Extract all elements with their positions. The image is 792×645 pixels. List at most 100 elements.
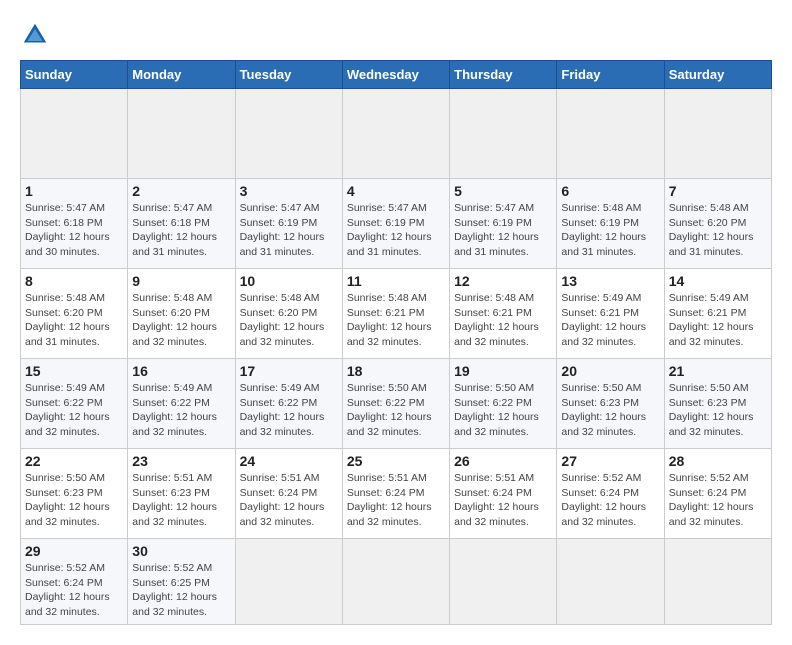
- day-info: Sunrise: 5:48 AMSunset: 6:20 PMDaylight:…: [240, 291, 338, 350]
- day-info: Sunrise: 5:51 AMSunset: 6:24 PMDaylight:…: [240, 471, 338, 530]
- day-info: Sunrise: 5:52 AMSunset: 6:24 PMDaylight:…: [25, 561, 123, 620]
- calendar-table: SundayMondayTuesdayWednesdayThursdayFrid…: [20, 60, 772, 625]
- day-info: Sunrise: 5:47 AMSunset: 6:18 PMDaylight:…: [25, 201, 123, 260]
- column-header-saturday: Saturday: [664, 61, 771, 89]
- calendar-week-row: 22 Sunrise: 5:50 AMSunset: 6:23 PMDayligh…: [21, 449, 772, 539]
- day-number: 12: [454, 273, 552, 289]
- day-number: 13: [561, 273, 659, 289]
- calendar-cell: 23 Sunrise: 5:51 AMSunset: 6:23 PMDayligh…: [128, 449, 235, 539]
- calendar-cell: [21, 89, 128, 179]
- calendar-cell: 14Sunrise: 5:49 AMSunset: 6:21 PMDayligh…: [664, 269, 771, 359]
- calendar-cell: 13 Sunrise: 5:49 AMSunset: 6:21 PMDayligh…: [557, 269, 664, 359]
- day-info: Sunrise: 5:47 AMSunset: 6:19 PMDaylight:…: [347, 201, 445, 260]
- day-info: Sunrise: 5:49 AMSunset: 6:21 PMDaylight:…: [561, 291, 659, 350]
- day-number: 30: [132, 543, 230, 559]
- day-info: Sunrise: 5:47 AMSunset: 6:18 PMDaylight:…: [132, 201, 230, 260]
- calendar-cell: 24 Sunrise: 5:51 AMSunset: 6:24 PMDayligh…: [235, 449, 342, 539]
- day-info: Sunrise: 5:52 AMSunset: 6:24 PMDaylight:…: [561, 471, 659, 530]
- column-header-wednesday: Wednesday: [342, 61, 449, 89]
- calendar-cell: [235, 539, 342, 625]
- day-number: 19: [454, 363, 552, 379]
- day-number: 16: [132, 363, 230, 379]
- calendar-cell: 21 Sunrise: 5:50 AMSunset: 6:23 PMDayligh…: [664, 359, 771, 449]
- day-info: Sunrise: 5:50 AMSunset: 6:23 PMDaylight:…: [669, 381, 767, 440]
- day-info: Sunrise: 5:49 AMSunset: 6:22 PMDaylight:…: [25, 381, 123, 440]
- calendar-cell: [664, 539, 771, 625]
- day-info: Sunrise: 5:51 AMSunset: 6:24 PMDaylight:…: [347, 471, 445, 530]
- day-number: 28: [669, 453, 767, 469]
- calendar-cell: 20 Sunrise: 5:50 AMSunset: 6:23 PMDayligh…: [557, 359, 664, 449]
- day-number: 20: [561, 363, 659, 379]
- calendar-cell: 8 Sunrise: 5:48 AMSunset: 6:20 PMDaylight…: [21, 269, 128, 359]
- calendar-cell: 3 Sunrise: 5:47 AMSunset: 6:19 PMDaylight…: [235, 179, 342, 269]
- logo: [20, 20, 52, 50]
- calendar-cell: 1 Sunrise: 5:47 AMSunset: 6:18 PMDaylight…: [21, 179, 128, 269]
- calendar-cell: [557, 539, 664, 625]
- calendar-cell: [342, 539, 449, 625]
- column-header-thursday: Thursday: [450, 61, 557, 89]
- day-info: Sunrise: 5:51 AMSunset: 6:23 PMDaylight:…: [132, 471, 230, 530]
- day-info: Sunrise: 5:51 AMSunset: 6:24 PMDaylight:…: [454, 471, 552, 530]
- calendar-cell: 7Sunrise: 5:48 AMSunset: 6:20 PMDaylight…: [664, 179, 771, 269]
- day-number: 18: [347, 363, 445, 379]
- day-number: 1: [25, 183, 123, 199]
- column-header-sunday: Sunday: [21, 61, 128, 89]
- day-number: 10: [240, 273, 338, 289]
- calendar-cell: 5 Sunrise: 5:47 AMSunset: 6:19 PMDaylight…: [450, 179, 557, 269]
- calendar-cell: 19Sunrise: 5:50 AMSunset: 6:22 PMDayligh…: [450, 359, 557, 449]
- day-info: Sunrise: 5:48 AMSunset: 6:21 PMDaylight:…: [454, 291, 552, 350]
- calendar-week-row: 15Sunrise: 5:49 AMSunset: 6:22 PMDayligh…: [21, 359, 772, 449]
- day-number: 22: [25, 453, 123, 469]
- day-number: 5: [454, 183, 552, 199]
- day-number: 2: [132, 183, 230, 199]
- calendar-cell: 12 Sunrise: 5:48 AMSunset: 6:21 PMDayligh…: [450, 269, 557, 359]
- calendar-cell: 11Sunrise: 5:48 AMSunset: 6:21 PMDayligh…: [342, 269, 449, 359]
- day-info: Sunrise: 5:48 AMSunset: 6:20 PMDaylight:…: [25, 291, 123, 350]
- column-header-friday: Friday: [557, 61, 664, 89]
- day-number: 14: [669, 273, 767, 289]
- day-number: 8: [25, 273, 123, 289]
- calendar-cell: 26Sunrise: 5:51 AMSunset: 6:24 PMDayligh…: [450, 449, 557, 539]
- calendar-cell: [557, 89, 664, 179]
- day-info: Sunrise: 5:47 AMSunset: 6:19 PMDaylight:…: [454, 201, 552, 260]
- calendar-cell: [450, 539, 557, 625]
- day-number: 11: [347, 273, 445, 289]
- calendar-cell: 27Sunrise: 5:52 AMSunset: 6:24 PMDayligh…: [557, 449, 664, 539]
- calendar-cell: 30 Sunrise: 5:52 AMSunset: 6:25 PMDayligh…: [128, 539, 235, 625]
- header: [20, 20, 772, 50]
- day-number: 24: [240, 453, 338, 469]
- calendar-cell: 25Sunrise: 5:51 AMSunset: 6:24 PMDayligh…: [342, 449, 449, 539]
- day-number: 21: [669, 363, 767, 379]
- day-info: Sunrise: 5:47 AMSunset: 6:19 PMDaylight:…: [240, 201, 338, 260]
- calendar-cell: 4Sunrise: 5:47 AMSunset: 6:19 PMDaylight…: [342, 179, 449, 269]
- calendar-cell: [128, 89, 235, 179]
- day-number: 6: [561, 183, 659, 199]
- day-info: Sunrise: 5:48 AMSunset: 6:19 PMDaylight:…: [561, 201, 659, 260]
- day-number: 7: [669, 183, 767, 199]
- day-info: Sunrise: 5:50 AMSunset: 6:22 PMDaylight:…: [347, 381, 445, 440]
- column-header-monday: Monday: [128, 61, 235, 89]
- calendar-cell: [664, 89, 771, 179]
- calendar-week-row: [21, 89, 772, 179]
- logo-icon: [20, 20, 50, 50]
- calendar-cell: 17Sunrise: 5:49 AMSunset: 6:22 PMDayligh…: [235, 359, 342, 449]
- calendar-cell: 16 Sunrise: 5:49 AMSunset: 6:22 PMDayligh…: [128, 359, 235, 449]
- calendar-cell: 6 Sunrise: 5:48 AMSunset: 6:19 PMDaylight…: [557, 179, 664, 269]
- day-info: Sunrise: 5:49 AMSunset: 6:22 PMDaylight:…: [132, 381, 230, 440]
- calendar-week-row: 8 Sunrise: 5:48 AMSunset: 6:20 PMDaylight…: [21, 269, 772, 359]
- day-number: 29: [25, 543, 123, 559]
- day-info: Sunrise: 5:52 AMSunset: 6:25 PMDaylight:…: [132, 561, 230, 620]
- day-number: 3: [240, 183, 338, 199]
- day-info: Sunrise: 5:49 AMSunset: 6:22 PMDaylight:…: [240, 381, 338, 440]
- day-info: Sunrise: 5:50 AMSunset: 6:23 PMDaylight:…: [561, 381, 659, 440]
- calendar-cell: [450, 89, 557, 179]
- calendar-cell: [235, 89, 342, 179]
- day-number: 23: [132, 453, 230, 469]
- calendar-cell: [342, 89, 449, 179]
- day-info: Sunrise: 5:48 AMSunset: 6:20 PMDaylight:…: [132, 291, 230, 350]
- day-info: Sunrise: 5:50 AMSunset: 6:23 PMDaylight:…: [25, 471, 123, 530]
- calendar-cell: 18 Sunrise: 5:50 AMSunset: 6:22 PMDayligh…: [342, 359, 449, 449]
- column-header-tuesday: Tuesday: [235, 61, 342, 89]
- day-info: Sunrise: 5:52 AMSunset: 6:24 PMDaylight:…: [669, 471, 767, 530]
- calendar-header-row: SundayMondayTuesdayWednesdayThursdayFrid…: [21, 61, 772, 89]
